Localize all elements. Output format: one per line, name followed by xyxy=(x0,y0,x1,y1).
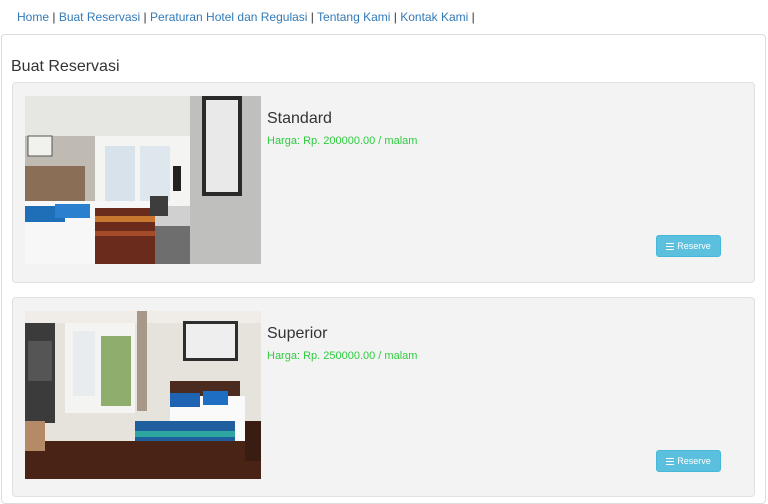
room-card-standard: Standard Harga: Rp. 200000.00 / malam Re… xyxy=(12,82,755,283)
nav-kontak-kami[interactable]: Kontak Kami xyxy=(400,10,468,24)
reserve-button-standard[interactable]: Reserve xyxy=(656,235,721,257)
reserve-button-label: Reserve xyxy=(677,456,711,466)
page-title: Buat Reservasi xyxy=(11,58,120,75)
reserve-button-label: Reserve xyxy=(677,241,711,251)
nav-separator: | xyxy=(52,10,56,24)
top-nav: Home | Buat Reservasi | Peraturan Hotel … xyxy=(17,10,475,24)
room-name: Standard xyxy=(267,110,332,127)
nav-separator: | xyxy=(393,10,397,24)
nav-separator: | xyxy=(471,10,475,24)
nav-buat-reservasi[interactable]: Buat Reservasi xyxy=(59,10,140,24)
nav-peraturan[interactable]: Peraturan Hotel dan Regulasi xyxy=(150,10,307,24)
room-card-superior: Superior Harga: Rp. 250000.00 / malam Re… xyxy=(12,297,755,497)
nav-tentang-kami[interactable]: Tentang Kami xyxy=(317,10,390,24)
room-photo-standard xyxy=(25,96,261,264)
nav-home[interactable]: Home xyxy=(17,10,49,24)
room-price: Harga: Rp. 250000.00 / malam xyxy=(267,350,418,362)
room-photo-superior xyxy=(25,311,261,479)
nav-separator: | xyxy=(143,10,147,24)
list-icon xyxy=(666,242,675,250)
room-name: Superior xyxy=(267,325,328,342)
room-price: Harga: Rp. 200000.00 / malam xyxy=(267,135,418,147)
reserve-button-superior[interactable]: Reserve xyxy=(656,450,721,472)
nav-separator: | xyxy=(310,10,314,24)
list-icon xyxy=(666,457,675,465)
